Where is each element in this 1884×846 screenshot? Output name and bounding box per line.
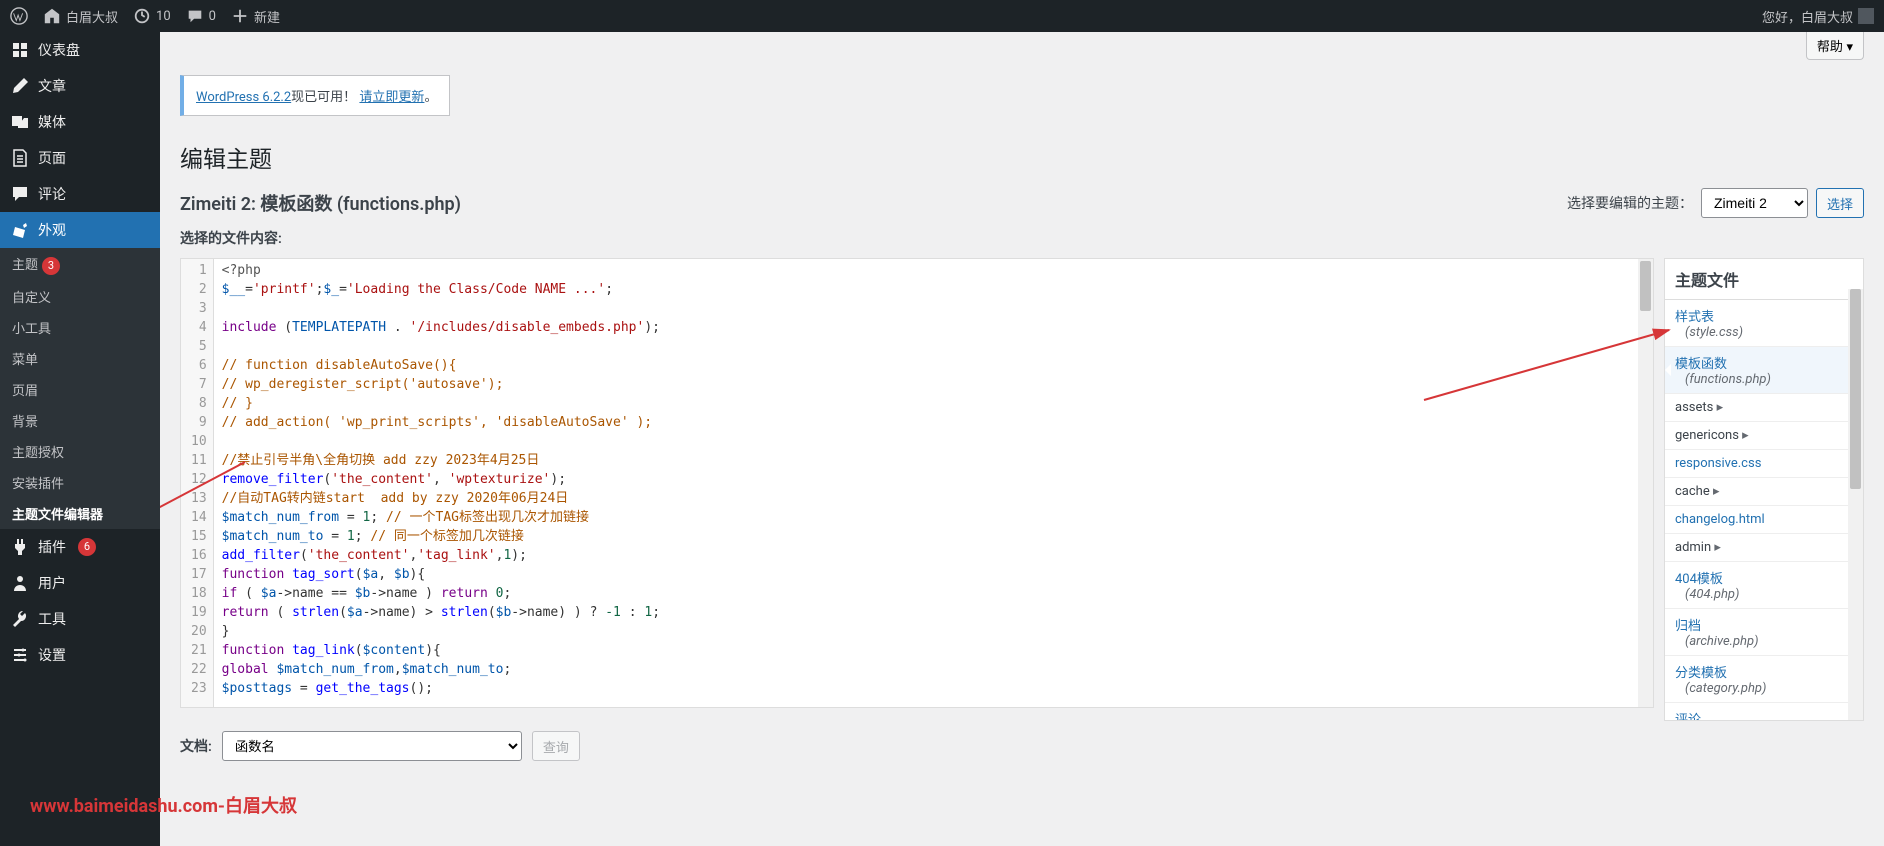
select-theme-button[interactable]: 选择 [1816,188,1864,218]
menu-label: 插件 [38,537,66,557]
updates-link[interactable]: 10 [133,7,171,25]
sidebar-item-dashboard[interactable]: 仪表盘 [0,32,160,68]
sidebar-item-media[interactable]: 媒体 [0,104,160,140]
submenu-item[interactable]: 安装插件 [0,467,160,498]
comments-count: 0 [209,9,216,24]
menu-label: 媒体 [38,112,66,132]
select-theme-label: 选择要编辑的主题： [1567,193,1693,213]
sidebar-item-comments[interactable]: 评论 [0,176,160,212]
site-name-label: 白眉大叔 [66,7,118,26]
tree-item[interactable]: responsive.css [1665,450,1863,478]
tree-item[interactable]: 评论(comments.php) [1665,703,1863,720]
greeting-link[interactable]: 您好，白眉大叔 [1762,7,1874,26]
tree-item[interactable]: 样式表(style.css) [1665,300,1863,347]
sidebar-item-pages[interactable]: 页面 [0,140,160,176]
new-label: 新建 [254,7,280,26]
admin-sidebar: 仪表盘文章媒体页面评论外观主题3自定义小工具菜单页眉背景主题授权安装插件主题文件… [0,32,160,846]
doc-query-button[interactable]: 查询 [532,731,580,761]
menu-label: 文章 [38,76,66,96]
doc-label: 文档: [180,736,212,756]
badge: 6 [78,538,96,556]
menu-label: 外观 [38,220,66,240]
menu-label: 设置 [38,645,66,665]
sidebar-item-appearance[interactable]: 外观 [0,212,160,248]
theme-select[interactable]: Zimeiti 2 [1701,188,1808,218]
wp-logo[interactable] [10,7,28,25]
menu-label: 仪表盘 [38,40,80,60]
tree-item[interactable]: assets [1665,394,1863,422]
file-heading: Zimeiti 2: 模板函数 (functions.php) [180,190,461,216]
tree-item[interactable]: 模板函数(functions.php) [1665,347,1863,394]
submenu-item[interactable]: 主题授权 [0,436,160,467]
wp-version-link[interactable]: WordPress 6.2.2 [196,90,291,105]
tree-item[interactable]: admin [1665,534,1863,562]
admin-topbar: 白眉大叔 10 0 新建 您好，白眉大叔 [0,0,1884,32]
submenu-item[interactable]: 背景 [0,405,160,436]
update-notice: WordPress 6.2.2现已可用！ 请立即更新。 [180,75,450,116]
tree-item[interactable]: cache [1665,478,1863,506]
comments-link[interactable]: 0 [186,7,216,25]
updates-count: 10 [156,9,171,24]
submenu-item[interactable]: 自定义 [0,281,160,312]
help-button[interactable]: 帮助 ▾ [1806,32,1864,60]
tree-item[interactable]: 404模板(404.php) [1665,562,1863,609]
greeting-text: 您好，白眉大叔 [1762,7,1853,26]
sidebar-item-settings[interactable]: 设置 [0,637,160,673]
tree-scrollbar[interactable] [1848,289,1863,720]
menu-label: 评论 [38,184,66,204]
watermark: www.baimeidashu.com-白眉大叔 [30,792,297,818]
sidebar-item-tools[interactable]: 工具 [0,601,160,637]
notice-text: 现已可用！ [291,90,356,105]
new-content-link[interactable]: 新建 [231,7,280,26]
code-content[interactable]: <?php$__='printf';$_='Loading the Class/… [214,259,1638,707]
menu-label: 工具 [38,609,66,629]
tree-item[interactable]: 归档(archive.php) [1665,609,1863,656]
content-area: 帮助 ▾ WordPress 6.2.2现已可用！ 请立即更新。 编辑主题 Zi… [160,32,1884,846]
tree-item[interactable]: changelog.html [1665,506,1863,534]
code-editor[interactable]: 1234567891011121314151617181920212223 <?… [180,258,1654,708]
tree-item[interactable]: 分类模板(category.php) [1665,656,1863,703]
tree-item[interactable]: genericons [1665,422,1863,450]
file-tree-panel: 主题文件 样式表(style.css)模板函数(functions.php)as… [1664,258,1864,721]
sidebar-item-users[interactable]: 用户 [0,565,160,601]
update-now-link[interactable]: 请立即更新 [359,90,424,105]
doc-select[interactable]: 函数名 [222,731,522,761]
badge: 3 [42,257,60,275]
selected-file-label: 选择的文件内容: [180,228,1864,248]
submenu-item[interactable]: 页眉 [0,374,160,405]
sidebar-item-plugins[interactable]: 插件 6 [0,529,160,565]
editor-scrollbar[interactable] [1638,259,1653,707]
submenu-item[interactable]: 菜单 [0,343,160,374]
sidebar-item-posts[interactable]: 文章 [0,68,160,104]
page-title: 编辑主题 [180,131,1864,178]
site-link[interactable]: 白眉大叔 [43,7,118,26]
submenu-item[interactable]: 主题3 [0,248,160,281]
submenu-item[interactable]: 小工具 [0,312,160,343]
file-tree-title: 主题文件 [1665,259,1863,300]
avatar [1858,8,1874,24]
line-gutter: 1234567891011121314151617181920212223 [181,259,214,707]
submenu-item[interactable]: 主题文件编辑器 [0,498,160,529]
menu-label: 用户 [38,573,66,593]
menu-label: 页面 [38,148,66,168]
